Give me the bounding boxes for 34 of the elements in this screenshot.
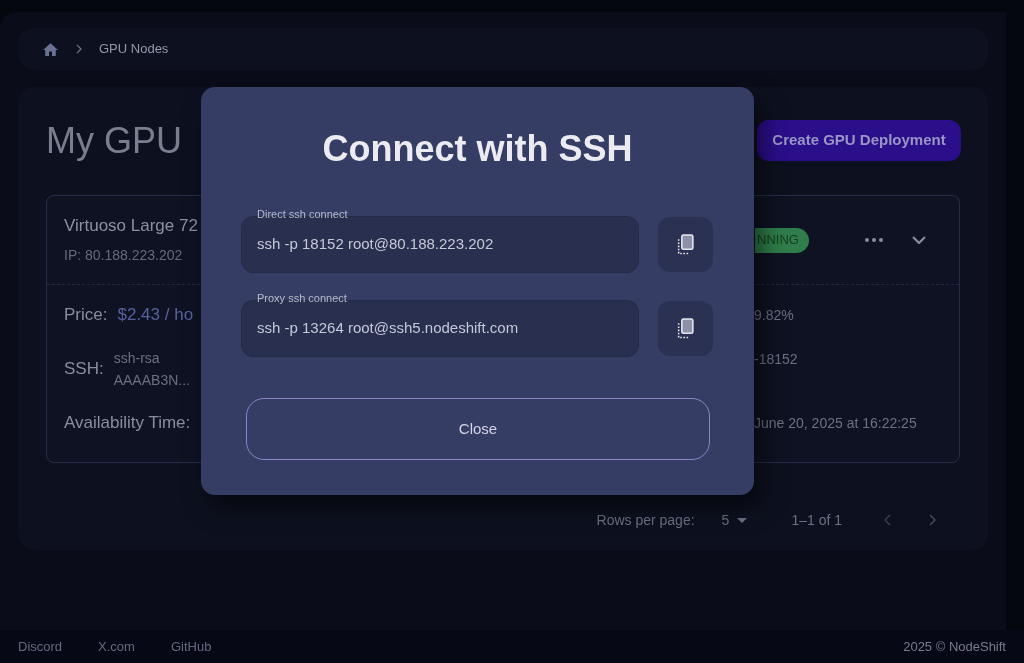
detail-value: 9.82%	[754, 306, 794, 325]
ssh-key-text: AAAAB3N...	[113, 371, 190, 390]
footer-link[interactable]: GitHub	[170, 636, 212, 657]
caret-down-icon	[737, 517, 748, 523]
page-title: My GPU	[46, 119, 182, 162]
detail-value: June 20, 2025 at 16:22:25	[754, 414, 917, 433]
copyright-text: 2025 © NodeShift	[903, 637, 1006, 656]
chevron-right-icon	[928, 514, 936, 526]
detail-value: -18152	[754, 350, 798, 369]
detail-label: SSH:	[64, 358, 104, 380]
rows-per-page-label: Rows per page:	[596, 510, 695, 530]
copy-button[interactable]	[658, 217, 713, 272]
footer-link[interactable]: X.com	[98, 636, 135, 657]
breadcrumb-current: GPU Nodes	[99, 40, 169, 59]
copy-icon	[677, 318, 694, 339]
price-value: $2.43 / ho	[117, 304, 194, 326]
ip-address: IP: 80.188.223.202	[64, 246, 184, 265]
copy-icon	[677, 234, 694, 255]
ssh-key-text: ssh-rsa	[113, 349, 161, 368]
detail-label: Price:	[64, 304, 108, 326]
close-button[interactable]: Close	[246, 398, 710, 460]
rows-per-page-select[interactable]: 5	[721, 509, 748, 531]
page-range: 1–1 of 1	[791, 510, 842, 530]
deployment-name: Virtuoso Large 72	[64, 215, 199, 237]
more-icon	[864, 238, 883, 242]
home-icon[interactable]	[43, 42, 58, 56]
create-deployment-button[interactable]: Create GPU Deployment	[757, 120, 961, 161]
footer-link[interactable]: Discord	[18, 636, 63, 657]
dialog-title: Connect with SSH	[321, 127, 634, 171]
detail-label: Availability Time:	[64, 412, 191, 434]
copy-button[interactable]	[658, 301, 713, 356]
chevron-right-icon	[76, 44, 82, 54]
chevron-down-icon	[911, 236, 926, 244]
chevron-left-icon	[883, 514, 891, 526]
